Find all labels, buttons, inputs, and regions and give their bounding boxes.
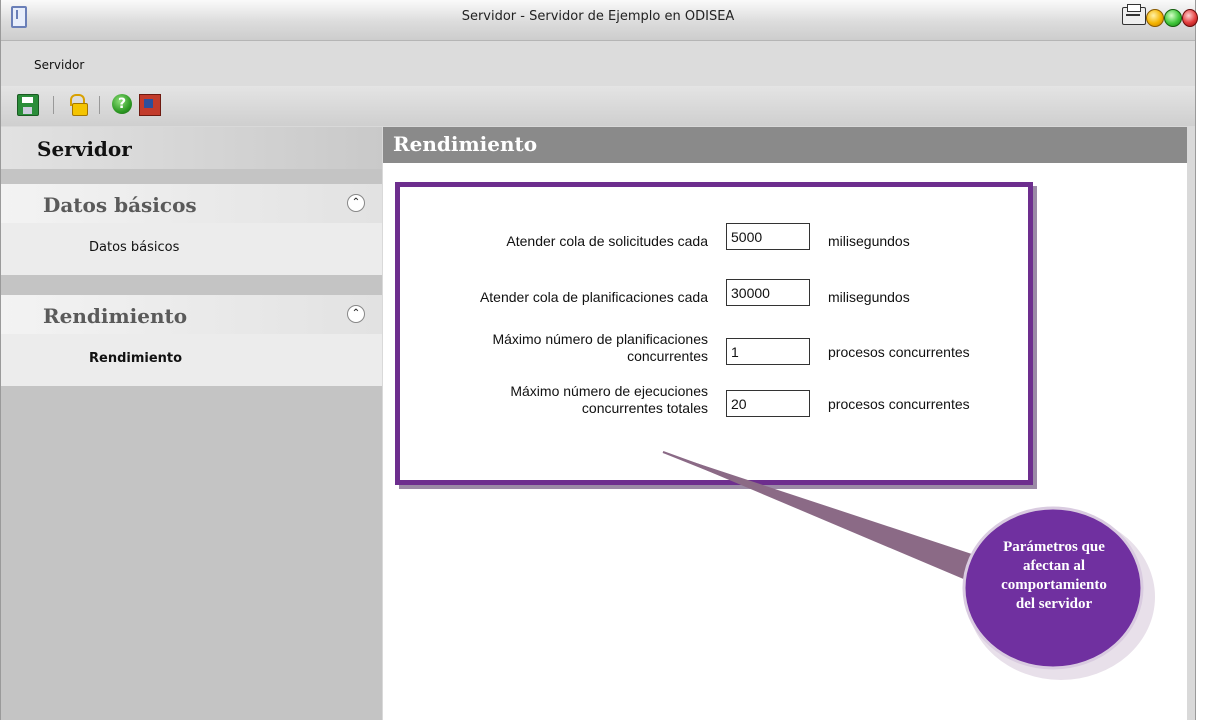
callout-pointer [663,452,990,586]
callout-line3: comportamiento [1001,577,1107,593]
callout-text: Parámetros que afectan al comportamiento… [990,538,1118,614]
callout-line1: Parámetros que [1003,539,1105,555]
callout-line2: afectan al [1022,558,1086,574]
callout-line4: del servidor [1015,596,1093,612]
